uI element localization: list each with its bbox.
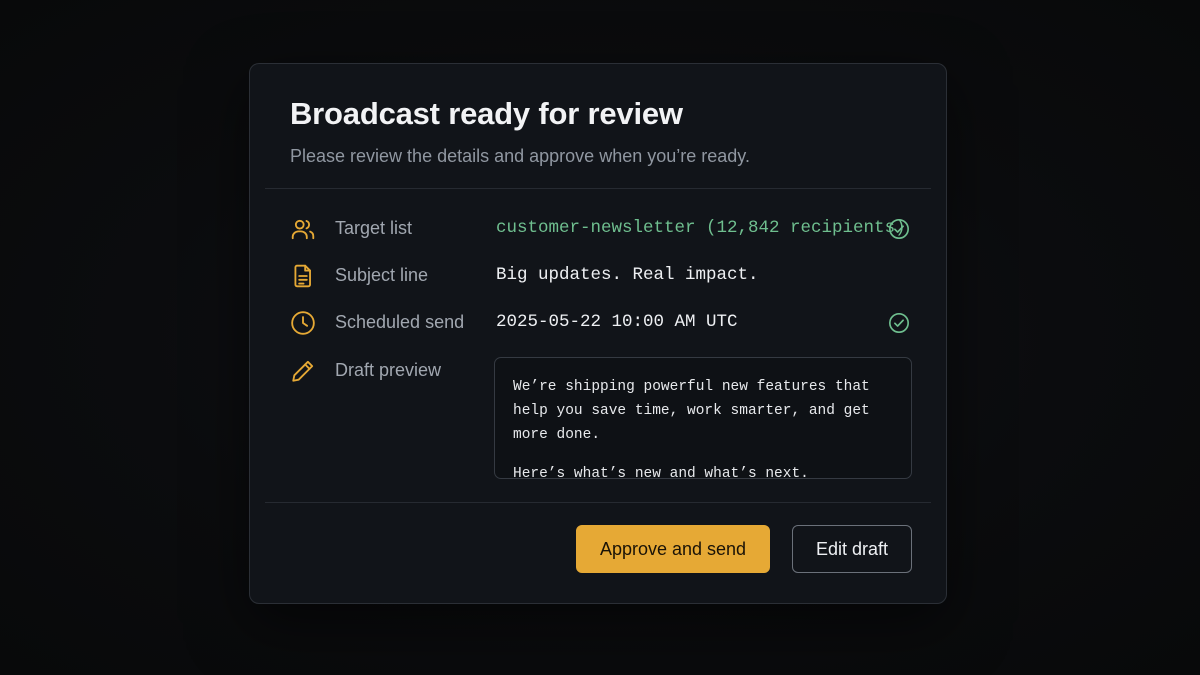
check-circle-icon bbox=[888, 218, 910, 240]
target-list-row: Target list customer-newsletter (12,842 … bbox=[290, 214, 910, 244]
document-icon bbox=[290, 263, 316, 289]
scheduled-send-value: 2025-05-22 10:00 AM UTC bbox=[496, 312, 738, 332]
draft-preview-box[interactable]: We’re shipping powerful new features tha… bbox=[494, 357, 912, 482]
footer-divider bbox=[265, 502, 931, 503]
check-circle-icon bbox=[888, 312, 910, 334]
dialog-subtitle: Please review the details and approve wh… bbox=[290, 146, 750, 166]
draft-preview-paragraph: We’re shipping powerful new features tha… bbox=[513, 379, 870, 443]
header-divider bbox=[265, 188, 931, 189]
broadcast-review-dialog: Broadcast ready for review Please review… bbox=[249, 63, 947, 604]
draft-preview-label: Draft preview bbox=[335, 360, 442, 380]
scheduled-send-row: Scheduled send 2025-05-22 10:00 AM UTC bbox=[290, 308, 910, 338]
subject-line-value: Big updates. Real impact. bbox=[496, 265, 759, 285]
draft-preview-paragraph: Here’s what’s new and what’s next. bbox=[513, 466, 809, 482]
scheduled-send-label: Scheduled send bbox=[335, 312, 465, 332]
edit-draft-button[interactable]: Edit draft bbox=[792, 525, 912, 573]
users-icon bbox=[290, 216, 316, 242]
clock-icon bbox=[290, 310, 316, 336]
target-list-label: Target list bbox=[335, 218, 413, 238]
approve-and-send-button[interactable]: Approve and send bbox=[576, 525, 770, 573]
subject-line-row: Subject line Big updates. Real impact. bbox=[290, 261, 910, 291]
target-list-value: customer-newsletter (12,842 recipients) bbox=[496, 218, 906, 238]
pencil-icon bbox=[290, 358, 316, 384]
subject-line-label: Subject line bbox=[335, 265, 429, 285]
dialog-title: Broadcast ready for review bbox=[290, 96, 683, 131]
